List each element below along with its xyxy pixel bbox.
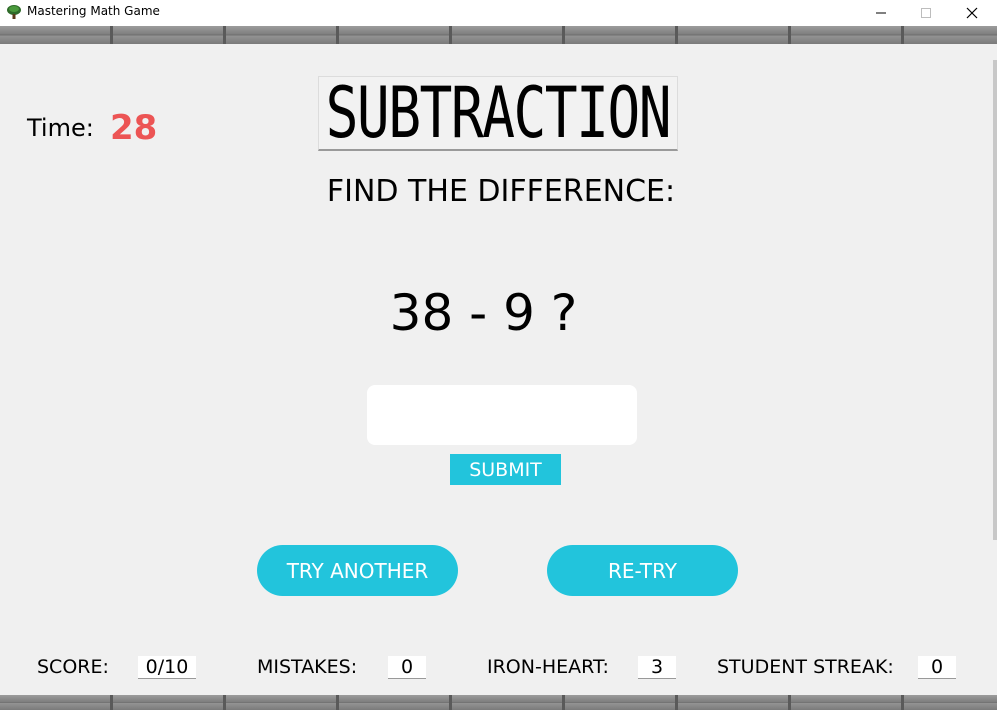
student-streak-value: 0 (918, 656, 956, 679)
iron-heart-value: 3 (638, 656, 676, 679)
time-label: Time: (27, 114, 94, 142)
student-streak-label: STUDENT STREAK: (717, 656, 894, 678)
mistakes-value: 0 (388, 656, 426, 679)
window-title: Mastering Math Game (27, 4, 160, 18)
answer-input[interactable] (367, 385, 637, 445)
close-icon (966, 7, 978, 19)
score-label: SCORE: (37, 656, 109, 678)
close-button[interactable] (949, 0, 995, 26)
minimize-button[interactable] (858, 0, 904, 26)
maximize-icon (921, 8, 931, 18)
score-value: 0/10 (138, 656, 196, 679)
brick-border-bottom (0, 695, 997, 710)
iron-heart-label: IRON-HEART: (487, 656, 609, 678)
maximize-button[interactable] (903, 0, 949, 26)
window-edge (993, 60, 997, 540)
game-title: SUBTRACTION (325, 72, 672, 154)
question-text: 38 - 9 ? (389, 284, 578, 342)
instruction-text: FIND THE DIFFERENCE: (0, 174, 997, 209)
retry-button[interactable]: RE-TRY (547, 545, 738, 596)
time-value: 28 (110, 108, 158, 148)
game-title-banner: SUBTRACTION (318, 76, 678, 151)
try-another-button[interactable]: TRY ANOTHER (257, 545, 458, 596)
submit-button[interactable]: SUBMIT (450, 454, 561, 485)
tree-icon (7, 5, 21, 19)
minimize-icon (876, 12, 886, 14)
window-title-bar: Mastering Math Game (0, 0, 997, 26)
brick-border-top (0, 26, 997, 44)
mistakes-label: MISTAKES: (257, 656, 358, 678)
instruction-label: FIND THE DIFFERENCE: (326, 174, 676, 209)
